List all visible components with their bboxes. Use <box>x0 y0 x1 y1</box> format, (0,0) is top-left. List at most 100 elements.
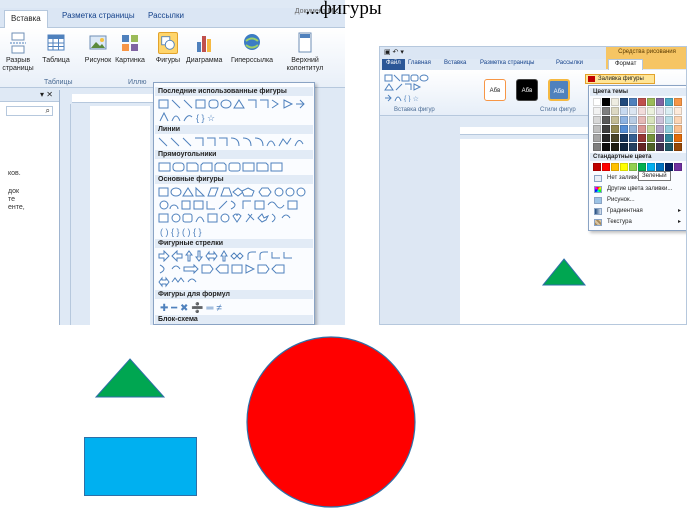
color-swatch[interactable] <box>656 116 664 124</box>
green-triangle[interactable] <box>94 357 166 399</box>
more-colors-option[interactable]: Другие цвета заливки... <box>593 184 683 195</box>
color-swatch[interactable] <box>593 107 601 115</box>
color-swatch[interactable] <box>647 125 655 133</box>
gradient-option[interactable]: Градиентная ▸ <box>593 206 683 217</box>
color-swatch[interactable] <box>611 98 619 106</box>
chart-button[interactable]: Диаграмма <box>186 32 222 65</box>
color-swatch[interactable] <box>593 125 601 133</box>
shape-style-orange-outline[interactable]: Абв <box>484 79 506 101</box>
color-swatch[interactable] <box>665 134 673 142</box>
color-swatch[interactable] <box>620 134 628 142</box>
color-swatch[interactable] <box>665 143 673 151</box>
shape-style-blue[interactable]: Абв <box>548 79 570 101</box>
color-swatch[interactable] <box>665 116 673 124</box>
tab-page-layout[interactable]: Разметка страницы <box>480 60 534 66</box>
color-swatch[interactable] <box>656 98 664 106</box>
shape-row[interactable]: { } ☆ <box>158 111 310 123</box>
shape-row[interactable]: ✚ ━ ✖ ➗ ═ ≠ <box>158 301 310 313</box>
color-swatch[interactable] <box>629 163 637 171</box>
nav-search-input[interactable]: ⌕ <box>6 106 53 116</box>
color-swatch[interactable] <box>638 163 646 171</box>
color-swatch[interactable] <box>611 107 619 115</box>
shape-row[interactable] <box>158 212 310 224</box>
tab-format[interactable]: Формат <box>608 59 644 70</box>
color-swatch[interactable] <box>674 163 682 171</box>
color-swatch[interactable] <box>647 143 655 151</box>
color-swatch[interactable] <box>602 163 610 171</box>
color-swatch[interactable] <box>602 116 610 124</box>
picture-button[interactable]: Рисунок <box>80 32 116 65</box>
color-swatch[interactable] <box>611 134 619 142</box>
texture-option[interactable]: Текстура ▸ <box>593 217 683 228</box>
shape-row[interactable]: ( ) { } ( ) { } <box>158 225 310 237</box>
color-swatch[interactable] <box>674 98 682 106</box>
shape-row[interactable] <box>158 250 310 262</box>
color-swatch[interactable] <box>638 98 646 106</box>
color-swatch[interactable] <box>629 125 637 133</box>
color-swatch[interactable] <box>638 134 646 142</box>
color-swatch[interactable] <box>602 134 610 142</box>
color-swatch[interactable] <box>656 125 664 133</box>
color-swatch[interactable] <box>620 107 628 115</box>
color-swatch[interactable] <box>593 134 601 142</box>
color-swatch[interactable] <box>674 107 682 115</box>
color-swatch[interactable] <box>593 143 601 151</box>
color-swatch[interactable] <box>602 98 610 106</box>
shape-row[interactable] <box>158 263 310 275</box>
close-icon[interactable]: ▾ ✕ <box>40 90 53 99</box>
shape-style-black[interactable]: Абв <box>516 79 538 101</box>
blue-rectangle[interactable] <box>84 437 197 496</box>
color-swatch[interactable] <box>656 107 664 115</box>
color-swatch[interactable] <box>611 143 619 151</box>
shapes-button[interactable]: Фигуры <box>150 32 186 65</box>
color-swatch[interactable] <box>620 143 628 151</box>
color-swatch[interactable] <box>674 125 682 133</box>
clipart-button[interactable]: Картинка <box>112 32 148 65</box>
color-swatch[interactable] <box>611 116 619 124</box>
shape-row[interactable] <box>158 136 310 148</box>
red-circle[interactable] <box>246 336 416 508</box>
shape-fill-button[interactable]: Заливка фигуры <box>585 74 655 84</box>
tab-mailings[interactable]: Рассылки <box>556 60 583 66</box>
color-swatch[interactable] <box>647 107 655 115</box>
color-swatch[interactable] <box>611 163 619 171</box>
insert-shapes-gallery[interactable]: { } ☆ <box>384 74 452 102</box>
color-swatch[interactable] <box>620 125 628 133</box>
color-swatch[interactable] <box>593 116 601 124</box>
color-swatch[interactable] <box>665 98 673 106</box>
shape-row[interactable] <box>158 199 310 211</box>
color-swatch[interactable] <box>647 163 655 171</box>
color-swatch[interactable] <box>620 98 628 106</box>
header-button[interactable]: Верхний колонтитул <box>280 32 330 73</box>
document-page[interactable] <box>90 106 150 325</box>
color-swatch[interactable] <box>611 125 619 133</box>
color-swatch[interactable] <box>629 143 637 151</box>
shape-row[interactable] <box>158 98 310 110</box>
color-swatch[interactable] <box>665 163 673 171</box>
save-icon[interactable]: ▣ ↶ ▾ <box>384 48 404 56</box>
color-swatch[interactable] <box>656 134 664 142</box>
color-swatch[interactable] <box>638 125 646 133</box>
shape-row[interactable] <box>158 186 310 198</box>
small-green-triangle[interactable] <box>541 257 587 287</box>
color-swatch[interactable] <box>602 125 610 133</box>
color-swatch[interactable] <box>674 134 682 142</box>
color-swatch[interactable] <box>629 116 637 124</box>
tab-home[interactable]: Главная <box>408 60 431 66</box>
shape-row[interactable] <box>158 161 310 173</box>
shape-row[interactable] <box>158 276 310 288</box>
color-swatch[interactable] <box>620 116 628 124</box>
color-swatch[interactable] <box>665 125 673 133</box>
picture-fill-option[interactable]: Рисунок... <box>593 195 683 206</box>
color-swatch[interactable] <box>593 163 601 171</box>
color-swatch[interactable] <box>620 163 628 171</box>
hyperlink-button[interactable]: Гиперссылка <box>230 32 274 65</box>
color-swatch[interactable] <box>602 143 610 151</box>
color-swatch[interactable] <box>629 107 637 115</box>
tab-file[interactable]: Файл <box>382 59 405 70</box>
color-swatch[interactable] <box>647 98 655 106</box>
color-swatch[interactable] <box>647 134 655 142</box>
color-swatch[interactable] <box>674 143 682 151</box>
color-swatch[interactable] <box>629 134 637 142</box>
tab-insert[interactable]: Вставка <box>444 60 466 66</box>
